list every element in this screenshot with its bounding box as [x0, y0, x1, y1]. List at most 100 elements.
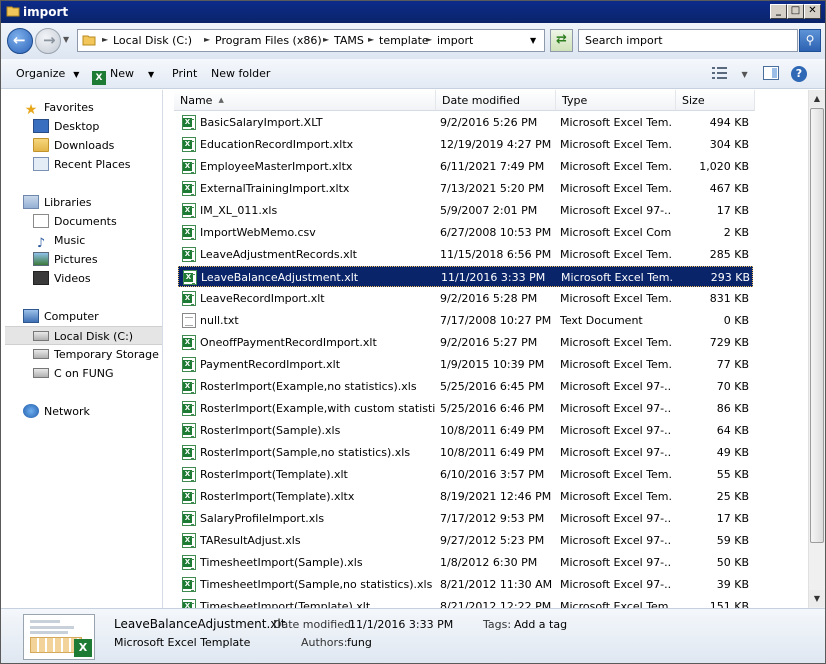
file-size: 304 KB — [709, 138, 749, 151]
details-authors-value[interactable]: fung — [347, 636, 372, 649]
nav-computer[interactable]: Computer — [23, 307, 99, 326]
file-row[interactable]: RosterImport(Sample).xls 10/8/2011 6:49 P… — [178, 420, 753, 441]
file-row[interactable]: OneoffPaymentRecordImport.xlt 9/2/2016 5:… — [178, 332, 753, 353]
file-row[interactable]: RosterImport(Example,no statistics).xls 5… — [178, 376, 753, 397]
title-bar[interactable]: import _ □ ✕ — [1, 1, 825, 23]
new-label: New — [110, 67, 134, 80]
nav-pictures[interactable]: Pictures — [33, 250, 98, 269]
help-button[interactable]: ? — [791, 66, 807, 82]
file-size: 39 KB — [716, 578, 749, 591]
breadcrumb-separator-icon[interactable]: ► — [426, 35, 432, 44]
file-row[interactable]: TimesheetImport(Sample,no statistics).xl… — [178, 574, 753, 595]
nav-network[interactable]: Network — [23, 402, 90, 421]
preview-pane-button[interactable] — [763, 66, 779, 80]
file-row[interactable]: LeaveRecordImport.xlt 9/2/2016 5:28 PM Mic… — [178, 288, 753, 309]
network-icon — [23, 404, 39, 418]
file-row[interactable]: ExternalTrainingImport.xltx 7/13/2021 5:2… — [178, 178, 753, 199]
file-type: Microsoft Excel 97-... — [560, 446, 672, 459]
maximize-button[interactable]: □ — [787, 4, 804, 19]
file-type: Microsoft Excel Tem... — [560, 600, 672, 608]
excel-97-icon — [182, 533, 196, 548]
file-date-modified: 9/2/2016 5:27 PM — [440, 336, 538, 349]
new-button[interactable]: X New ▼ — [92, 67, 154, 85]
file-row[interactable]: SalaryProfileImport.xls 7/17/2012 9:53 PM… — [178, 508, 753, 529]
file-row[interactable]: ImportWebMemo.csv 6/27/2008 10:53 PM Micro… — [178, 222, 753, 243]
new-folder-button[interactable]: New folder — [211, 67, 270, 80]
file-row[interactable]: EducationRecordImport.xltx 12/19/2019 4:2… — [178, 134, 753, 155]
file-row[interactable]: null.txt 7/17/2008 10:27 PM Text Document 0… — [178, 310, 753, 331]
file-row[interactable]: IM_XL_011.xls 5/9/2007 2:01 PM Microsoft E… — [178, 200, 753, 221]
file-row[interactable]: EmployeeMasterImport.xltx 6/11/2021 7:49 … — [178, 156, 753, 177]
file-type: Microsoft Excel 97-... — [560, 534, 672, 547]
local-disk-icon — [33, 331, 49, 341]
file-row[interactable]: BasicSalaryImport.XLT 9/2/2016 5:26 PM Mic… — [178, 112, 753, 133]
vertical-scrollbar[interactable]: ▲ ▼ — [808, 90, 825, 608]
nav-recent-places[interactable]: Recent Places — [33, 155, 131, 174]
file-size: 467 KB — [709, 182, 749, 195]
file-row[interactable]: RosterImport(Sample,no statistics).xls 10… — [178, 442, 753, 463]
chevron-down-icon[interactable]: ▼ — [742, 70, 748, 79]
print-button[interactable]: Print — [172, 67, 197, 80]
breadcrumb-separator-icon[interactable]: ► — [204, 35, 210, 44]
file-row[interactable]: TimesheetImport(Sample).xls 1/8/2012 6:30… — [178, 552, 753, 573]
downloads-folder-icon — [33, 138, 49, 152]
scrollbar-thumb[interactable] — [810, 108, 824, 543]
star-icon: ★ — [24, 102, 38, 118]
file-row[interactable]: TimesheetImport(Template).xlt 8/21/2012 1… — [178, 596, 753, 608]
breadcrumb-program-files[interactable]: Program Files (x86) — [215, 34, 322, 47]
file-type: Microsoft Excel 97-... — [560, 424, 672, 437]
recent-pages-dropdown[interactable]: ▼ — [63, 35, 73, 45]
details-filetype: Microsoft Excel Template — [114, 636, 251, 649]
address-dropdown-icon[interactable]: ▼ — [530, 36, 536, 45]
nav-local-disk[interactable]: Local Disk (C:) — [5, 326, 162, 345]
close-button[interactable]: ✕ — [804, 4, 821, 19]
file-date-modified: 9/2/2016 5:26 PM — [440, 116, 538, 129]
breadcrumb-local-disk[interactable]: Local Disk (C:) — [113, 34, 192, 47]
nav-videos[interactable]: Videos — [33, 269, 91, 288]
breadcrumb-separator-icon[interactable]: ► — [323, 35, 329, 44]
file-row[interactable]: RosterImport(Example,with custom statist… — [178, 398, 753, 419]
column-header-date[interactable]: Date modified — [436, 90, 556, 111]
nav-c-on-fung[interactable]: C on FUNG — [33, 364, 114, 383]
nav-downloads[interactable]: Downloads — [33, 136, 114, 155]
breadcrumb-separator-icon[interactable]: ► — [368, 35, 374, 44]
scroll-up-button[interactable]: ▲ — [809, 90, 825, 107]
column-header-size[interactable]: Size — [676, 90, 755, 111]
nav-music[interactable]: ♪ Music — [33, 231, 85, 251]
forward-button[interactable]: → — [35, 28, 61, 54]
excel-template-icon — [182, 159, 196, 174]
file-row[interactable]: RosterImport(Template).xlt 6/10/2016 3:57… — [178, 464, 753, 485]
nav-desktop[interactable]: Desktop — [33, 117, 99, 136]
address-bar[interactable]: ► Local Disk (C:) ► Program Files (x86) … — [77, 29, 545, 52]
breadcrumb-template[interactable]: template — [379, 34, 429, 47]
breadcrumb-import[interactable]: import — [437, 34, 473, 47]
file-row[interactable]: LeaveBalanceAdjustment.xlt 11/1/2016 3:33… — [178, 266, 753, 287]
nav-favorites[interactable]: ★ Favorites — [23, 98, 94, 117]
minimize-button[interactable]: _ — [770, 4, 787, 19]
organize-button[interactable]: Organize ▼ — [16, 67, 79, 80]
file-row[interactable]: TAResultAdjust.xls 9/27/2012 5:23 PM Micro… — [178, 530, 753, 551]
breadcrumb-separator-icon[interactable]: ► — [102, 35, 108, 44]
file-row[interactable]: RosterImport(Template).xltx 8/19/2021 12:… — [178, 486, 753, 507]
refresh-button[interactable]: ⇄ — [550, 29, 573, 52]
file-date-modified: 5/25/2016 6:45 PM — [440, 380, 545, 393]
file-date-modified: 7/13/2021 5:20 PM — [440, 182, 545, 195]
scroll-down-button[interactable]: ▼ — [809, 590, 825, 607]
nav-temporary-storage[interactable]: Temporary Storage (D — [33, 345, 162, 364]
search-input[interactable]: Search import — [578, 29, 798, 52]
column-header-name[interactable]: Name ▲ — [174, 90, 436, 111]
details-tags-value[interactable]: Add a tag — [514, 618, 567, 631]
file-row[interactable]: PaymentRecordImport.xlt 1/9/2015 10:39 PM… — [178, 354, 753, 375]
nav-documents[interactable]: Documents — [33, 212, 117, 231]
text-file-icon — [182, 313, 196, 328]
nav-label: Recent Places — [54, 158, 131, 171]
breadcrumb-tams[interactable]: TAMS — [334, 34, 364, 47]
column-header-type[interactable]: Type — [556, 90, 676, 111]
file-size: 59 KB — [716, 534, 749, 547]
nav-libraries[interactable]: Libraries — [23, 193, 92, 212]
search-button[interactable]: ⚲ — [799, 29, 821, 52]
file-size: 86 KB — [716, 402, 749, 415]
back-button[interactable]: ← — [7, 28, 33, 54]
change-view-button[interactable]: ▼ — [712, 67, 748, 82]
file-row[interactable]: LeaveAdjustmentRecords.xlt 11/15/2018 6:5… — [178, 244, 753, 265]
